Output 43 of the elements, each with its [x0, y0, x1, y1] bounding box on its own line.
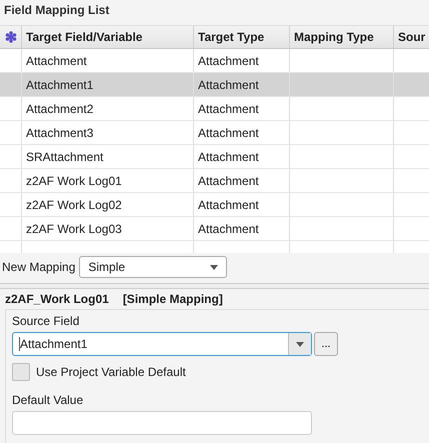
table-cell: Attachment1 [26, 78, 94, 92]
browse-button[interactable]: ... [314, 332, 338, 356]
caret-icon [210, 264, 218, 270]
mapping-dropdown[interactable]: Simple [79, 256, 228, 278]
table-row[interactable]: z2AF Work Log01 Attachment [0, 169, 429, 193]
detail-title: z2AF_Work Log01 [5, 292, 109, 306]
table-cell: Attachment [198, 54, 259, 68]
table-row[interactable]: Attachment3 Attachment [0, 121, 429, 145]
table-cell: z2AF Work Log02 [26, 198, 122, 212]
column-header[interactable]: Sour [394, 26, 429, 48]
table-cell: Attachment [26, 54, 87, 68]
table-row[interactable]: z2AF Work Log02 Attachment [0, 193, 429, 217]
table-cell: z2AF Work Log03 [26, 222, 122, 236]
field-label: Source Field [12, 314, 80, 328]
table-cell: z2AF Work Log01 [26, 174, 122, 188]
column-header[interactable]: Target Type [194, 26, 290, 48]
checkbox-label: Use Project Variable Default [36, 365, 186, 379]
dropdown-button[interactable] [288, 333, 311, 355]
caret-icon [296, 342, 304, 346]
table-cell: Attachment [198, 198, 259, 212]
table-cell: Attachment [198, 150, 259, 164]
source-field[interactable]: Attachment1 [12, 332, 312, 356]
table-cell: Attachment [198, 174, 259, 188]
table-cell: SRAttachment [26, 150, 104, 164]
mapping-kind: [Simple Mapping] [122, 292, 223, 306]
table-row[interactable]: Attachment2 Attachment [0, 97, 429, 121]
column-header[interactable]: Target Field/Variable [22, 26, 194, 48]
table-cell: Attachment3 [26, 126, 94, 140]
default-value-field[interactable] [12, 411, 312, 435]
table-cell: Attachment [198, 222, 259, 236]
table-row[interactable]: SRAttachment Attachment [0, 145, 429, 169]
field-label: New Mapping [2, 260, 76, 274]
checkbox[interactable] [12, 363, 30, 381]
field-label: Default Value [12, 393, 84, 407]
column-header[interactable]: Mapping Type [290, 26, 394, 48]
table-cell: Attachment [198, 78, 259, 92]
table-cell: Attachment [198, 102, 259, 116]
panel-title: Field Mapping List [3, 2, 110, 19]
asterisk-icon [4, 31, 16, 43]
table-cell: Attachment2 [26, 102, 94, 116]
table-row[interactable]: z2AF Work Log03 Attachment [0, 217, 429, 241]
table-cell: Attachment [198, 126, 259, 140]
table-row[interactable]: Attachment1 Attachment [0, 73, 429, 97]
